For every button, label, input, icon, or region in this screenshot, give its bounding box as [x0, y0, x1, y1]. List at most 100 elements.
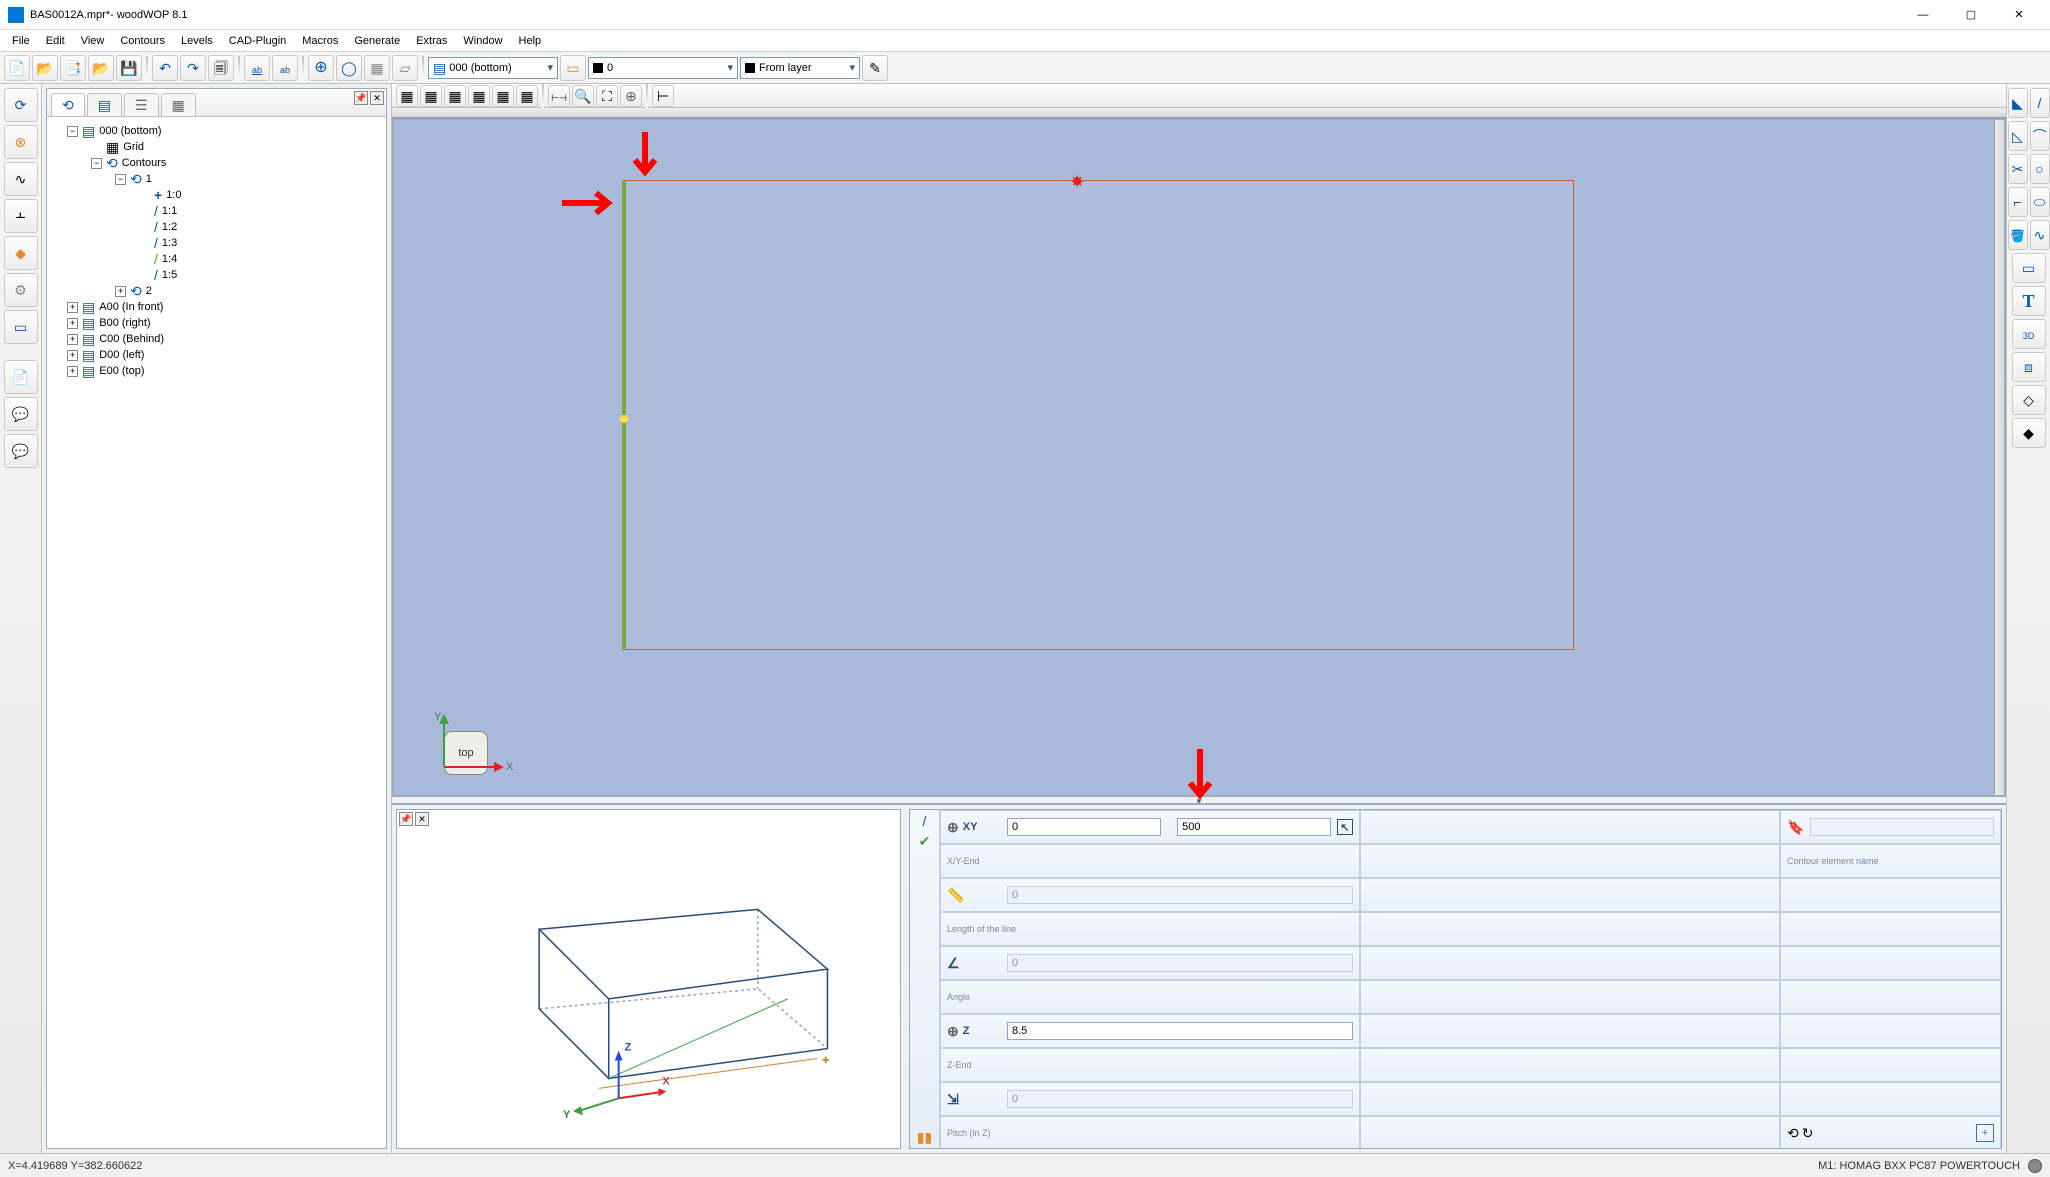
- collapse-icon[interactable]: −: [91, 158, 102, 169]
- expand-icon[interactable]: +: [67, 366, 78, 377]
- tree-node-seg[interactable]: 1:5: [51, 267, 382, 283]
- open-button[interactable]: [32, 55, 58, 81]
- redo-button[interactable]: [180, 55, 206, 81]
- close-panel-button[interactable]: ✕: [370, 91, 384, 105]
- undo-button[interactable]: [152, 55, 178, 81]
- menu-help[interactable]: Help: [511, 33, 550, 49]
- measure-button[interactable]: [548, 85, 570, 107]
- line-icon[interactable]: [923, 814, 927, 828]
- collapse-icon[interactable]: −: [115, 174, 126, 185]
- layer-button[interactable]: [560, 55, 586, 81]
- menu-view[interactable]: View: [73, 33, 113, 49]
- contour-rotate-button[interactable]: [4, 88, 38, 122]
- save-button[interactable]: [116, 55, 142, 81]
- tree-node-d00[interactable]: +D00 (left): [51, 347, 382, 363]
- mill-button[interactable]: [4, 125, 38, 159]
- tab-contours[interactable]: [51, 93, 85, 116]
- dim-button[interactable]: [652, 85, 674, 107]
- menu-file[interactable]: File: [4, 33, 38, 49]
- view-top-button[interactable]: [420, 85, 442, 107]
- view-iso-button[interactable]: [396, 85, 418, 107]
- refresh-icon[interactable]: ⟲: [1787, 1126, 1799, 1140]
- tree-node-c2[interactable]: +2: [51, 283, 382, 299]
- saw-button[interactable]: ∿: [4, 162, 38, 196]
- tree-node-b00[interactable]: +B00 (right): [51, 315, 382, 331]
- color-combo[interactable]: 0▾: [588, 57, 738, 79]
- x-input[interactable]: [1007, 818, 1161, 836]
- spline-button[interactable]: [2030, 220, 2050, 250]
- template-button[interactable]: [60, 55, 86, 81]
- view-half-button[interactable]: [516, 85, 538, 107]
- expand-icon[interactable]: +: [67, 334, 78, 345]
- menu-window[interactable]: Window: [455, 33, 510, 49]
- open2-button[interactable]: [88, 55, 114, 81]
- edit-layer-button[interactable]: ✎: [862, 55, 888, 81]
- tree-node-root[interactable]: −000 (bottom): [51, 123, 382, 139]
- tree-node-a00[interactable]: +A00 (In front): [51, 299, 382, 315]
- fit-button[interactable]: [596, 85, 618, 107]
- add-button[interactable]: +: [1976, 1124, 1994, 1142]
- trim-button[interactable]: [2008, 154, 2028, 184]
- request-button[interactable]: [4, 397, 38, 431]
- ellipse-button[interactable]: [2030, 187, 2050, 217]
- expand-icon[interactable]: +: [67, 318, 78, 329]
- tabs-icon[interactable]: ▮▮: [917, 1130, 932, 1144]
- tree-node-grid[interactable]: Grid: [51, 139, 382, 155]
- target-button[interactable]: [620, 85, 642, 107]
- 3d-button[interactable]: [2012, 319, 2046, 349]
- expand-icon[interactable]: +: [115, 286, 126, 297]
- tree-node-c00[interactable]: +C00 (Behind): [51, 331, 382, 347]
- expand-icon[interactable]: +: [67, 302, 78, 313]
- tri2-button[interactable]: [2008, 121, 2028, 151]
- close-button[interactable]: ✕: [1996, 0, 2042, 30]
- viewport[interactable]: ✸ top X Y: [392, 118, 2006, 797]
- tree-node-c1[interactable]: −1: [51, 171, 382, 187]
- bucket-button[interactable]: [2008, 220, 2028, 250]
- collapse-icon[interactable]: −: [67, 126, 78, 137]
- close-panel-button[interactable]: ✕: [415, 812, 429, 826]
- level-combo[interactable]: 000 (bottom)▾: [428, 57, 558, 79]
- gear-button[interactable]: [4, 273, 38, 307]
- faq-button[interactable]: 💬: [4, 434, 38, 468]
- z-input[interactable]: [1007, 1022, 1353, 1040]
- menu-levels[interactable]: Levels: [173, 33, 221, 49]
- y-input[interactable]: [1177, 818, 1331, 836]
- expand-icon[interactable]: +: [67, 350, 78, 361]
- tree-node-seg[interactable]: 1:2: [51, 219, 382, 235]
- tri-button[interactable]: [2008, 88, 2028, 118]
- circle-tool-button[interactable]: [2030, 154, 2050, 184]
- menu-contours[interactable]: Contours: [112, 33, 173, 49]
- menu-cadplugin[interactable]: CAD-Plugin: [221, 33, 294, 49]
- replace-button[interactable]: [272, 55, 298, 81]
- globe-button[interactable]: [308, 55, 334, 81]
- page-button[interactable]: [4, 360, 38, 394]
- view-front-button[interactable]: [444, 85, 466, 107]
- menu-generate[interactable]: Generate: [346, 33, 408, 49]
- find-button[interactable]: [244, 55, 270, 81]
- pin-button[interactable]: 📌: [354, 91, 368, 105]
- zoom-button[interactable]: [572, 85, 594, 107]
- menu-extras[interactable]: Extras: [408, 33, 455, 49]
- loop-icon[interactable]: ↻: [1802, 1126, 1814, 1140]
- layer-combo[interactable]: From layer▾: [740, 57, 860, 79]
- perspective-button[interactable]: [392, 55, 418, 81]
- minimize-button[interactable]: —: [1900, 0, 1946, 30]
- maximize-button[interactable]: ▢: [1948, 0, 1994, 30]
- menu-macros[interactable]: Macros: [294, 33, 346, 49]
- tab-grid[interactable]: [161, 93, 196, 116]
- tree-node-seg[interactable]: 1:1: [51, 203, 382, 219]
- menu-edit[interactable]: Edit: [38, 33, 73, 49]
- extra1-button[interactable]: ◇: [2012, 385, 2046, 415]
- text-tool-button[interactable]: [2012, 286, 2046, 316]
- route-button[interactable]: ◆: [4, 236, 38, 270]
- tab-list[interactable]: [124, 93, 159, 116]
- fillet-button[interactable]: [2008, 187, 2028, 217]
- checkmark-icon[interactable]: ✔: [919, 834, 931, 848]
- mirror-button[interactable]: [2012, 352, 2046, 382]
- arc-button[interactable]: [2030, 121, 2050, 151]
- tree-node-e00[interactable]: +E00 (top): [51, 363, 382, 379]
- circle-button[interactable]: [336, 55, 362, 81]
- tree-node-seg-sel[interactable]: 1:4: [51, 251, 382, 267]
- tree-node-contours[interactable]: −Contours: [51, 155, 382, 171]
- view-side-button[interactable]: [468, 85, 490, 107]
